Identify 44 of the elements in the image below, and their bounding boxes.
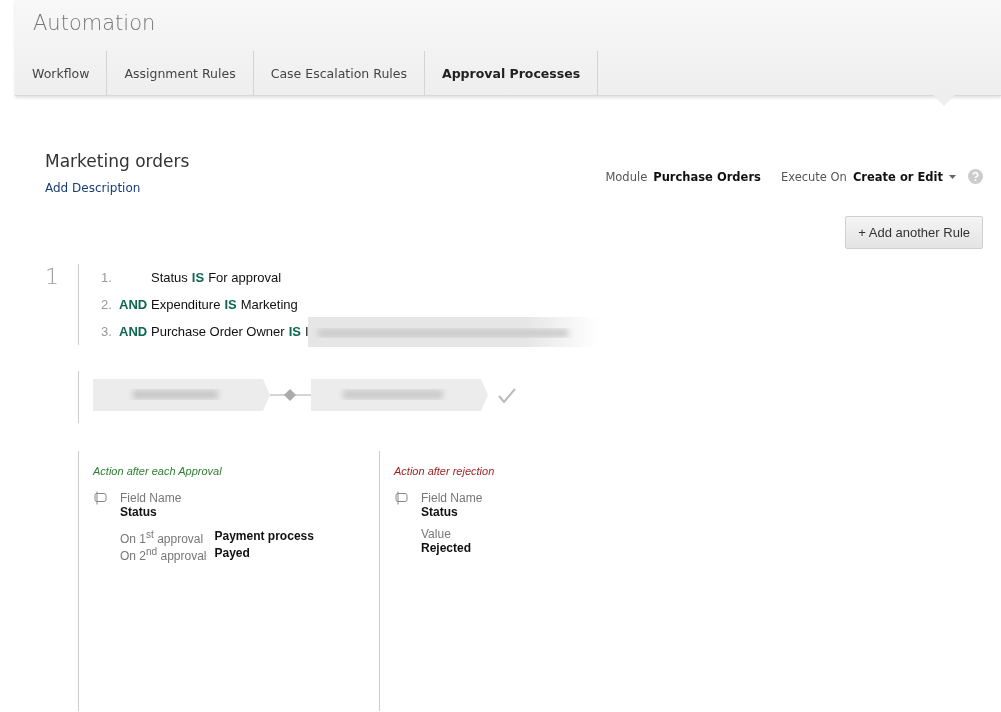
criteria-field: Purchase Order Owner <box>151 324 285 339</box>
criteria-value: I <box>304 324 309 339</box>
criteria-index: 2. <box>101 297 113 312</box>
criteria-connector: AND <box>119 297 149 312</box>
caret-icon <box>949 174 956 179</box>
value-label: Value <box>421 527 452 541</box>
help-icon[interactable] <box>968 169 983 184</box>
field-name-label: Field Name <box>421 491 483 505</box>
criteria-operator: IS <box>224 297 237 312</box>
criteria-index: 1. <box>101 270 113 285</box>
field-icon <box>93 491 108 505</box>
criteria-value: Marketing <box>240 297 298 312</box>
field-name-label: Field Name <box>120 491 183 505</box>
tab[interactable]: Approval Processes <box>425 51 599 95</box>
rule-number: 1 <box>45 264 60 291</box>
approval-step-label: On 2$^{nd}$ approval <box>120 546 207 563</box>
process-name: Marketing orders <box>45 151 190 171</box>
module-value: Purchase Orders <box>653 169 761 184</box>
criteria-field: Expenditure <box>151 297 221 312</box>
module-label: Module <box>605 169 648 184</box>
tab[interactable]: Assignment Rules <box>107 51 254 95</box>
criteria-value: For approval <box>208 270 282 285</box>
approval-step-value: Payed <box>214 546 251 562</box>
approval-step-label: On 1$^{st}$ approval <box>120 529 205 546</box>
execute-dropdown[interactable]: Create or Edit <box>852 169 956 184</box>
add-rule-button[interactable]: + Add another Rule <box>845 216 983 249</box>
criteria-connector: AND <box>119 324 149 339</box>
execute-label: Execute On <box>780 169 847 184</box>
criteria-operator: IS <box>191 270 205 285</box>
tab[interactable]: Case Escalation Rules <box>253 51 425 95</box>
page-title: Automation <box>32 10 157 37</box>
rejection-actions-title: Action after rejection <box>394 465 496 477</box>
add-description-link[interactable]: Add Description <box>45 181 141 195</box>
approval-actions-title: Action after each Approval <box>93 465 223 477</box>
approval-step-value: Payment process <box>214 529 314 545</box>
field-name-value: Status <box>120 505 158 519</box>
criteria-index: 3. <box>101 324 113 339</box>
field-name-value: Status <box>421 505 459 519</box>
pointer-notch <box>933 95 955 106</box>
rejection-value: Rejected <box>421 541 473 555</box>
criteria-operator: IS <box>288 324 301 339</box>
field-icon <box>394 491 409 505</box>
criteria-field: Status <box>151 270 188 285</box>
tab[interactable]: Workflow <box>15 51 108 95</box>
